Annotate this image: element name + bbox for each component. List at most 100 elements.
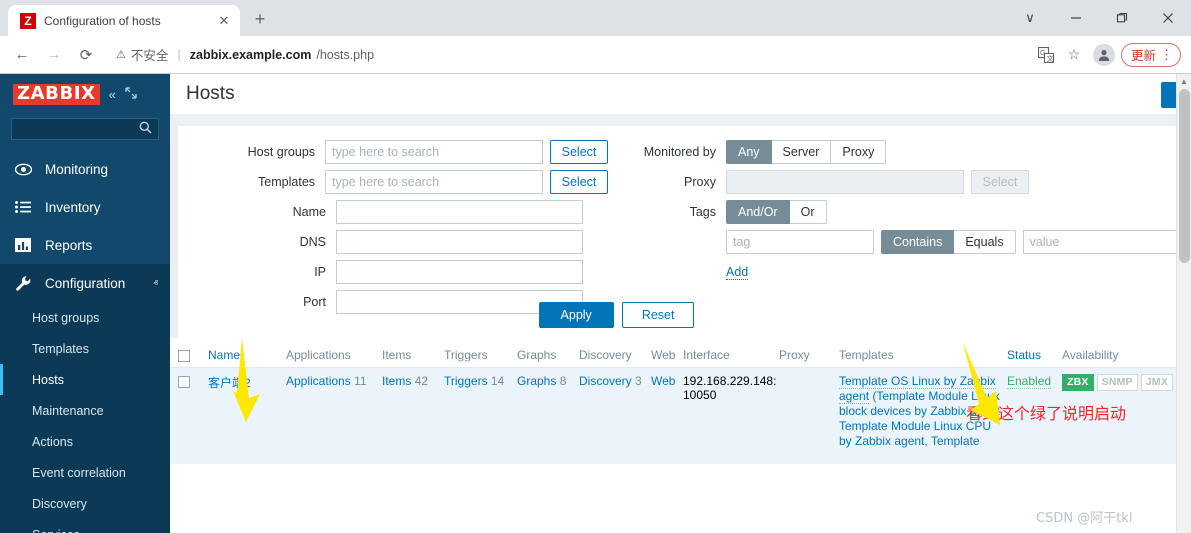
host-groups-input[interactable]: type here to search: [325, 140, 543, 164]
bookmark-star-icon[interactable]: ☆: [1061, 42, 1087, 68]
eye-icon: [14, 163, 32, 176]
filter-row-monitored-by: Monitored by Any Server Proxy: [636, 140, 1191, 164]
toolbar-actions: G文 ☆ 更新 ⋮: [1033, 42, 1183, 68]
browser-tab[interactable]: Z Configuration of hosts ✕: [8, 5, 240, 36]
reload-icon[interactable]: ⟳: [72, 41, 100, 69]
zabbix-logo[interactable]: ZABBIX: [13, 84, 100, 105]
window-minimize-icon[interactable]: [1053, 2, 1099, 34]
monitored-by-option-proxy[interactable]: Proxy: [831, 140, 886, 164]
availability-badge-snmp[interactable]: SNMP: [1097, 374, 1138, 391]
proxy-select-button[interactable]: Select: [971, 170, 1029, 194]
filter-row-tag-entry: tag Contains Equals value Re: [636, 230, 1191, 254]
tag-operator-equals[interactable]: Equals: [954, 230, 1015, 254]
tab-close-icon[interactable]: ✕: [216, 13, 232, 29]
row-checkbox-cell[interactable]: [178, 374, 208, 388]
tab-favicon-icon: Z: [20, 13, 36, 29]
name-input[interactable]: [336, 200, 583, 224]
new-tab-button[interactable]: +: [246, 6, 274, 34]
sidebar-header: ZABBIX «: [0, 74, 170, 114]
sidebar-item-reports[interactable]: Reports ⱟ: [0, 226, 170, 264]
sidebar-search-input[interactable]: [11, 118, 159, 140]
sidebar: ZABBIX « Monitoring ⱟ Inventory ⱟ Report…: [0, 74, 170, 533]
filter-column-left: Host groups type here to search Select T…: [178, 140, 608, 320]
ip-input[interactable]: [336, 260, 583, 284]
browser-menu-icon[interactable]: ⋮: [1160, 48, 1173, 61]
dns-input[interactable]: [336, 230, 583, 254]
name-label: Name: [238, 205, 336, 219]
cell-interface: 192.168.229.148: 10050: [683, 374, 779, 402]
sidebar-item-templates[interactable]: Templates: [0, 333, 170, 364]
forward-icon[interactable]: →: [40, 41, 68, 69]
translate-icon[interactable]: G文: [1033, 42, 1059, 68]
cell-web[interactable]: Web: [651, 374, 683, 388]
host-groups-select-button[interactable]: Select: [550, 140, 608, 164]
window-close-icon[interactable]: [1145, 2, 1191, 34]
sidebar-hide-icon[interactable]: [125, 87, 137, 102]
items-link[interactable]: Items: [382, 374, 411, 388]
templates-select-button[interactable]: Select: [550, 170, 608, 194]
column-header-web: Web: [651, 348, 683, 362]
sidebar-item-configuration[interactable]: Configuration ⱏ: [0, 264, 170, 302]
not-secure-icon: ⚠: [116, 48, 126, 61]
tag-value-input[interactable]: value: [1023, 230, 1183, 254]
reset-button[interactable]: Reset: [622, 302, 695, 328]
monitored-by-option-server[interactable]: Server: [772, 140, 832, 164]
graphs-link[interactable]: Graphs: [517, 374, 556, 388]
window-restore-icon[interactable]: [1099, 2, 1145, 34]
sidebar-item-services[interactable]: Services: [0, 519, 170, 533]
tab-title: Configuration of hosts: [44, 14, 208, 28]
update-button[interactable]: 更新 ⋮: [1121, 43, 1181, 67]
page-scrollbar[interactable]: ▲: [1176, 74, 1191, 533]
column-header-availability: Availability: [1062, 348, 1191, 362]
sidebar-item-inventory[interactable]: Inventory ⱟ: [0, 188, 170, 226]
browser-toolbar: ← → ⟳ ⚠ 不安全 | zabbix.example.com/hosts.p…: [0, 36, 1191, 74]
sidebar-item-label: Inventory: [45, 200, 145, 215]
filter-actions: Apply Reset: [178, 302, 1183, 328]
availability-badge-zbx[interactable]: ZBX: [1062, 374, 1094, 391]
filter-row-proxy: Proxy Select: [636, 170, 1191, 194]
monitored-by-option-any[interactable]: Any: [726, 140, 772, 164]
back-icon[interactable]: ←: [8, 41, 36, 69]
scroll-up-arrow-icon[interactable]: ▲: [1177, 74, 1191, 89]
tab-search-chevron-icon[interactable]: ∨: [1007, 2, 1053, 34]
column-header-applications: Applications: [286, 348, 382, 362]
tag-name-input[interactable]: tag: [726, 230, 874, 254]
availability-badge-jmx[interactable]: JMX: [1141, 374, 1173, 391]
page-title: Hosts: [186, 83, 235, 105]
row-checkbox[interactable]: [178, 376, 190, 388]
column-header-proxy: Proxy: [779, 348, 839, 362]
triggers-link[interactable]: Triggers: [444, 374, 488, 388]
sidebar-item-hosts[interactable]: Hosts: [0, 364, 170, 395]
apply-button[interactable]: Apply: [539, 302, 614, 328]
discovery-link[interactable]: Discovery: [579, 374, 632, 388]
proxy-input[interactable]: [726, 170, 964, 194]
cell-items: Items 42: [382, 374, 444, 388]
sidebar-item-event-correlation[interactable]: Event correlation: [0, 457, 170, 488]
templates-input[interactable]: type here to search: [325, 170, 543, 194]
profile-avatar-icon[interactable]: [1093, 44, 1115, 66]
tag-add-link[interactable]: Add: [726, 265, 748, 280]
url-path: /hosts.php: [316, 48, 374, 62]
sidebar-item-monitoring[interactable]: Monitoring ⱟ: [0, 150, 170, 188]
sidebar-subitem-label: Maintenance: [32, 404, 104, 418]
tags-mode-option-or[interactable]: Or: [790, 200, 827, 224]
sidebar-item-discovery[interactable]: Discovery: [0, 488, 170, 519]
sidebar-item-host-groups[interactable]: Host groups: [0, 302, 170, 333]
tag-operator-contains[interactable]: Contains: [881, 230, 954, 254]
sidebar-item-maintenance[interactable]: Maintenance: [0, 395, 170, 426]
sidebar-subitem-label: Hosts: [32, 373, 64, 387]
bar-chart-icon: [14, 238, 32, 252]
items-count: 42: [415, 374, 428, 388]
sidebar-collapse-icon[interactable]: «: [109, 87, 116, 102]
tags-mode-segmented: And/Or Or: [726, 200, 827, 224]
sidebar-subitem-label: Actions: [32, 435, 73, 449]
cell-graphs: Graphs 8: [517, 374, 579, 388]
applications-link[interactable]: Applications: [286, 374, 351, 388]
sidebar-item-actions[interactable]: Actions: [0, 426, 170, 457]
templates-label: Templates: [238, 175, 325, 189]
tags-mode-option-andor[interactable]: And/Or: [726, 200, 790, 224]
scrollbar-thumb[interactable]: [1179, 89, 1190, 263]
address-bar[interactable]: ⚠ 不安全 | zabbix.example.com/hosts.php: [108, 41, 1033, 69]
select-all-checkbox-cell[interactable]: [178, 348, 208, 362]
select-all-checkbox[interactable]: [178, 350, 190, 362]
